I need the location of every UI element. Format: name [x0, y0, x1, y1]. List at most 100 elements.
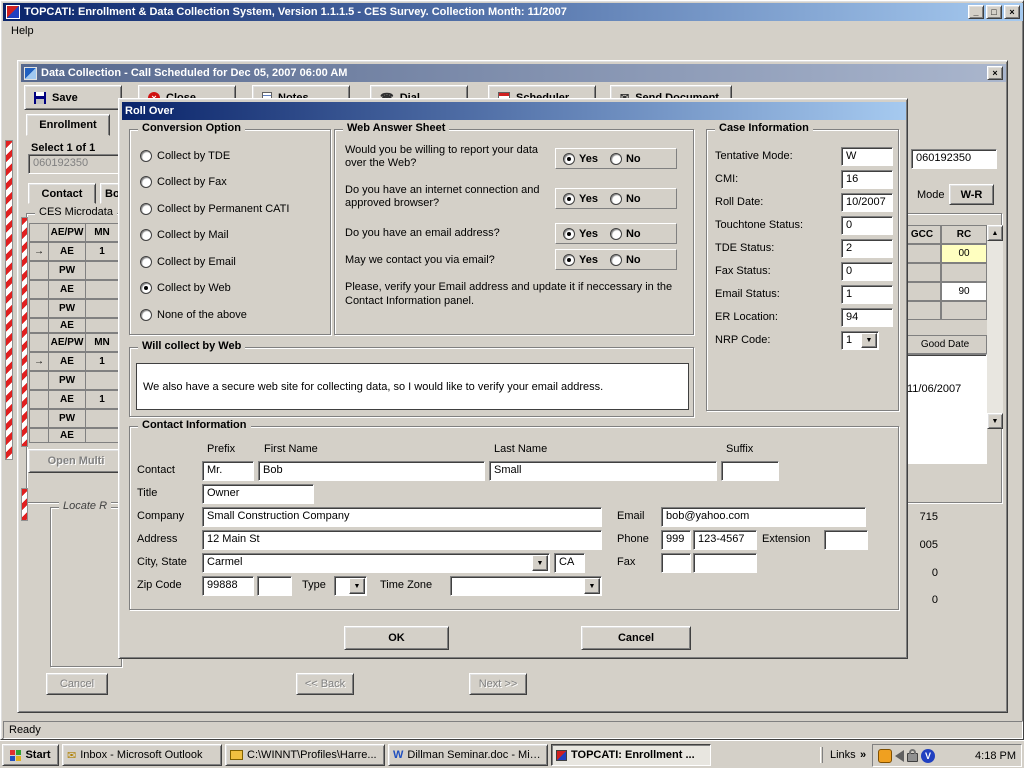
tab-contact[interactable]: Contact	[28, 183, 96, 204]
toolbar-grip[interactable]	[820, 747, 823, 763]
prefix-input[interactable]: Mr.	[202, 461, 254, 481]
grid-cell[interactable]: 1	[85, 352, 119, 371]
cmi-input[interactable]: 16	[841, 170, 893, 189]
tray-volume-icon[interactable]	[895, 750, 904, 762]
chevron-down-icon[interactable]: ▼	[349, 578, 365, 594]
chevron-down-icon[interactable]: ▼	[532, 555, 548, 571]
tab-enrollment[interactable]: Enrollment	[26, 114, 110, 136]
scroll-down-button[interactable]: ▼	[987, 413, 1003, 429]
chevron-down-icon[interactable]: ▼	[861, 333, 877, 348]
fax-input[interactable]	[693, 553, 757, 573]
grid-cell[interactable]: AE	[48, 242, 86, 261]
grid-cell[interactable]	[29, 409, 49, 428]
grid-cell[interactable]: AE	[48, 390, 86, 409]
grid-scrollbar[interactable]	[987, 225, 1003, 429]
tentative-mode-input[interactable]: W	[841, 147, 893, 166]
task-button-topcati[interactable]: TOPCATI: Enrollment ...	[551, 744, 711, 766]
yes-radio[interactable]	[563, 254, 575, 266]
state-input[interactable]: CA	[554, 553, 585, 573]
links-toolbar[interactable]: Links	[830, 749, 856, 761]
er-location-input[interactable]: 94	[841, 308, 893, 327]
grid-cell[interactable]	[941, 301, 987, 320]
chevron-down-icon[interactable]: ▼	[584, 578, 600, 594]
grid-cell[interactable]: AE	[48, 352, 86, 371]
grid-cell[interactable]: PW	[48, 371, 86, 390]
grid-cell[interactable]	[85, 299, 119, 318]
radio-collect-by-permanent-cati[interactable]: Collect by Permanent CATI	[140, 203, 289, 215]
yes-radio[interactable]	[563, 153, 575, 165]
dialog-cancel-button[interactable]: Cancel	[581, 626, 691, 650]
task-button-outlook[interactable]: ✉ Inbox - Microsoft Outlook	[62, 744, 222, 766]
timezone-combo[interactable]: ▼	[450, 576, 602, 596]
task-button-folder[interactable]: C:\WINNT\Profiles\Harre...	[225, 744, 385, 766]
yes-radio[interactable]	[563, 228, 575, 240]
grid-cell[interactable]	[85, 280, 119, 299]
tde-status-input[interactable]: 2	[841, 239, 893, 258]
grid-cell[interactable]: 00	[941, 244, 987, 263]
tray-clock-icon[interactable]	[878, 749, 892, 763]
radio-collect-by-email[interactable]: Collect by Email	[140, 256, 236, 268]
grid-cell[interactable]: PW	[48, 299, 86, 318]
grid-cell[interactable]: →	[29, 242, 49, 261]
phone-area-input[interactable]: 999	[661, 530, 691, 550]
grid-cell[interactable]	[85, 428, 119, 443]
touchtone-status-input[interactable]: 0	[841, 216, 893, 235]
grid-cell[interactable]	[941, 263, 987, 282]
grid-cell[interactable]	[903, 244, 941, 263]
no-radio[interactable]	[610, 228, 622, 240]
suffix-input[interactable]	[721, 461, 779, 481]
grid-cell[interactable]: AE	[48, 428, 86, 443]
grid-cell[interactable]	[29, 371, 49, 390]
grid-cell[interactable]	[85, 371, 119, 390]
menu-help[interactable]: Help	[3, 23, 42, 39]
grid-cell[interactable]	[29, 261, 49, 280]
grid-cell[interactable]	[85, 409, 119, 428]
radio-collect-by-mail[interactable]: Collect by Mail	[140, 229, 229, 241]
links-overflow-icon[interactable]: »	[860, 749, 866, 761]
grid-cell[interactable]: 1	[85, 390, 119, 409]
next-button[interactable]: Next >>	[469, 673, 527, 695]
child-close-button[interactable]: ×	[987, 66, 1003, 80]
radio-collect-by-tde[interactable]: Collect by TDE	[140, 150, 230, 162]
no-radio[interactable]	[610, 193, 622, 205]
zip4-input[interactable]	[257, 576, 292, 596]
task-button-word[interactable]: W Dillman Seminar.doc - Mic...	[388, 744, 548, 766]
extension-input[interactable]	[824, 530, 868, 550]
open-multi-button[interactable]: Open Multi	[28, 449, 124, 473]
grid-cell[interactable]: →	[29, 352, 49, 371]
back-button[interactable]: << Back	[296, 673, 354, 695]
grid-cell[interactable]: 1	[85, 242, 119, 261]
grid-cell[interactable]	[903, 263, 941, 282]
first-name-input[interactable]: Bob	[258, 461, 485, 481]
grid-cell[interactable]: PW	[48, 261, 86, 280]
radio-none-of-the-above[interactable]: None of the above	[140, 309, 247, 321]
grid-cell[interactable]: AE	[48, 318, 86, 333]
title-input[interactable]: Owner	[202, 484, 314, 504]
minimize-button[interactable]: _	[968, 5, 984, 19]
grid-cell[interactable]: 90	[941, 282, 987, 301]
city-combo[interactable]: Carmel ▼	[202, 553, 550, 573]
no-radio[interactable]	[610, 153, 622, 165]
last-name-input[interactable]: Small	[489, 461, 717, 481]
grid-cell[interactable]	[29, 390, 49, 409]
maximize-button[interactable]: □	[986, 5, 1002, 19]
phone-input[interactable]: 123-4567	[693, 530, 757, 550]
email-input[interactable]: bob@yahoo.com	[661, 507, 866, 527]
start-button[interactable]: Start	[2, 744, 59, 766]
fax-area-input[interactable]	[661, 553, 691, 573]
grid-cell[interactable]	[903, 301, 941, 320]
roll-date-input[interactable]: 10/2007	[841, 193, 893, 212]
grid-cell[interactable]	[85, 318, 119, 333]
cancel-call-button[interactable]: Cancel	[46, 673, 108, 695]
type-combo[interactable]: ▼	[334, 576, 367, 596]
grid-cell[interactable]: PW	[48, 409, 86, 428]
scroll-up-button[interactable]: ▲	[987, 225, 1003, 241]
company-input[interactable]: Small Construction Company	[202, 507, 602, 527]
grid-cell[interactable]	[29, 318, 49, 333]
tray-lock-icon[interactable]	[907, 753, 918, 762]
radio-collect-by-fax[interactable]: Collect by Fax	[140, 176, 227, 188]
grid-cell[interactable]	[29, 280, 49, 299]
ok-button[interactable]: OK	[344, 626, 449, 650]
grid-cell[interactable]	[29, 428, 49, 443]
close-button[interactable]: ×	[1004, 5, 1020, 19]
